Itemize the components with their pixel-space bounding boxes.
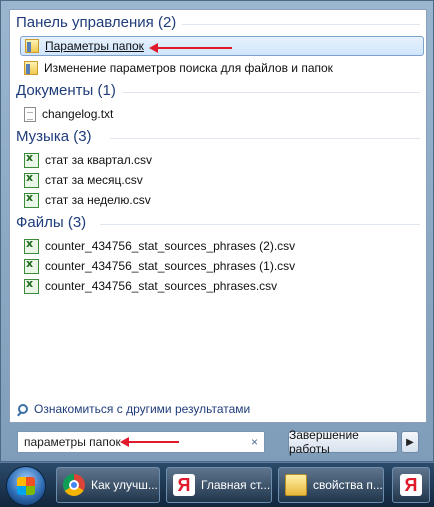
annotation-arrow (120, 437, 179, 447)
csv-file-icon (24, 277, 39, 294)
group-divider (182, 24, 420, 25)
shutdown-button[interactable]: Завершение работы (288, 428, 398, 456)
start-menu: Панель управления (2) Параметры папок Из… (0, 0, 434, 462)
taskbar-pinned-yandex[interactable]: Я (392, 467, 430, 503)
result-stat-quarter[interactable]: стат за квартал.csv (24, 150, 152, 170)
result-label: стат за месяц.csv (45, 173, 143, 187)
result-search-options[interactable]: Изменение параметров поиска для файлов и… (24, 58, 333, 78)
see-more-results-link[interactable]: Ознакомиться с другими результатами (18, 402, 250, 416)
group-divider (100, 224, 420, 225)
search-results-panel: Панель управления (2) Параметры папок Из… (9, 9, 427, 423)
taskbar-button-yandex[interactable]: Я Главная ст... (166, 467, 272, 503)
result-label: стат за квартал.csv (45, 153, 153, 167)
result-label: Изменение параметров поиска для файлов и… (44, 61, 333, 75)
folder-options-icon (25, 39, 39, 53)
result-label: стат за неделю.csv (45, 193, 151, 207)
result-changelog[interactable]: changelog.txt (24, 104, 113, 124)
shutdown-options-button[interactable]: ▶ (401, 431, 419, 453)
see-more-results-label: Ознакомиться с другими результатами (34, 402, 251, 416)
yandex-icon: Я (400, 474, 422, 496)
group-header-files: Файлы (3) (16, 214, 87, 231)
folder-options-icon (24, 61, 38, 75)
taskbar-button-label: Как улучш... (91, 478, 158, 492)
group-header-documents: Документы (1) (16, 82, 116, 99)
text-file-icon (24, 106, 36, 122)
csv-file-icon (24, 171, 39, 188)
result-counter-phrases-2[interactable]: counter_434756_stat_sources_phrases (2).… (24, 236, 295, 256)
shutdown-label: Завершение работы (289, 428, 359, 456)
taskbar: Как улучш... Я Главная ст... свойства п.… (0, 462, 434, 507)
chevron-right-icon: ▶ (406, 436, 414, 448)
group-header-music: Музыка (3) (16, 128, 92, 145)
yandex-icon: Я (173, 474, 195, 496)
result-label: counter_434756_stat_sources_phrases.csv (45, 279, 278, 293)
taskbar-button-label: свойства п... (313, 478, 383, 492)
taskbar-button-label: Главная ст... (201, 478, 271, 492)
search-input-value: параметры папок (24, 435, 121, 449)
result-label: counter_434756_stat_sources_phrases (2).… (45, 239, 296, 253)
csv-file-icon (24, 151, 39, 168)
csv-file-icon (24, 257, 39, 274)
csv-file-icon (24, 191, 39, 208)
chrome-icon (63, 474, 85, 496)
group-divider (110, 138, 420, 139)
annotation-arrow (149, 43, 232, 53)
result-stat-week[interactable]: стат за неделю.csv (24, 190, 151, 210)
result-label: counter_434756_stat_sources_phrases (1).… (45, 259, 296, 273)
result-label: Параметры папок (45, 39, 144, 53)
taskbar-button-explorer[interactable]: свойства п... (278, 467, 384, 503)
result-counter-phrases-1[interactable]: counter_434756_stat_sources_phrases (1).… (24, 256, 295, 276)
result-folder-options[interactable]: Параметры папок (20, 36, 424, 56)
csv-file-icon (24, 237, 39, 254)
clear-search-icon[interactable]: × (251, 435, 258, 449)
group-divider (122, 92, 420, 93)
group-header-control-panel: Панель управления (2) (16, 14, 177, 31)
search-icon (18, 404, 28, 414)
start-button[interactable] (6, 466, 46, 506)
folder-icon (285, 474, 307, 496)
result-label: changelog.txt (42, 107, 114, 121)
result-counter-phrases[interactable]: counter_434756_stat_sources_phrases.csv (24, 276, 277, 296)
taskbar-button-chrome[interactable]: Как улучш... (56, 467, 160, 503)
result-stat-month[interactable]: стат за месяц.csv (24, 170, 143, 190)
